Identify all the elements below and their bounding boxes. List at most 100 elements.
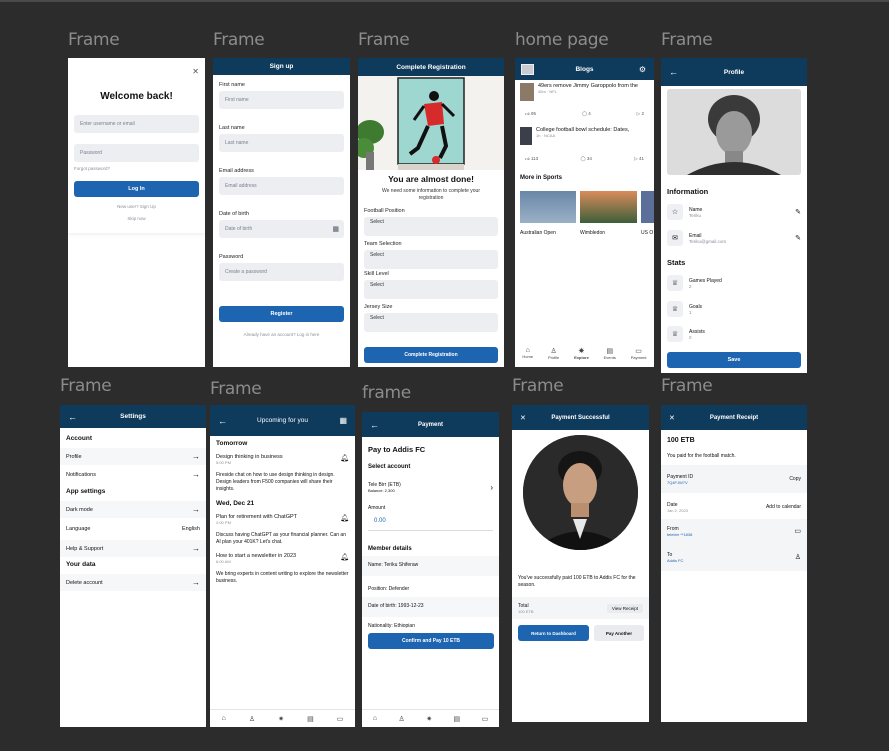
frame-label-login[interactable]: Frame [68, 30, 120, 50]
card-icon[interactable]: ▭ [482, 715, 489, 723]
frame-label-settings[interactable]: Frame [60, 376, 112, 396]
news-item[interactable]: 49ers remove Jimmy Garoppolo from the 45… [520, 83, 650, 103]
total-row: Total 100 ETB View Receipt [512, 597, 649, 619]
username-input[interactable]: Enter username or email [74, 115, 199, 133]
settings-item-notifications[interactable]: Notifications → [60, 465, 206, 484]
share-action[interactable]: ▷ 2 [637, 111, 644, 117]
settings-item-profile[interactable]: Profile → [60, 448, 206, 465]
return-dashboard-button[interactable]: Return to Dashboard [518, 625, 589, 641]
frame-label-profile[interactable]: Frame [661, 30, 713, 50]
login-frame: ✕ Welcome back! Enter username or email … [68, 58, 205, 367]
gear-icon[interactable]: ⚙ [639, 65, 646, 74]
calendar-icon[interactable]: ▤ [454, 715, 461, 723]
calendar-icon[interactable]: ▦ [339, 416, 347, 425]
card-image-us-open[interactable] [641, 191, 654, 223]
share-action[interactable]: ▷ 41 [634, 156, 644, 162]
person-icon[interactable]: ♙ [398, 715, 404, 723]
card-image-wimbledon[interactable] [580, 191, 637, 223]
amount-input[interactable]: 0.00 [374, 518, 386, 524]
event-time: 5:00 PM [216, 460, 231, 465]
position-select[interactable]: Select [364, 217, 498, 236]
card-icon[interactable]: ▭ [794, 527, 801, 535]
skill-select[interactable]: Select [364, 280, 498, 299]
calendar-icon[interactable]: ▦ [332, 225, 339, 233]
news-item[interactable]: College football bowl schedule: Dates, 1… [520, 127, 650, 147]
back-arrow-icon[interactable]: ← [68, 412, 77, 422]
event-row[interactable]: Plan for retirement with ChatGPT 2:00 PM … [216, 514, 349, 525]
complete-registration-button[interactable]: Complete Registration [364, 347, 498, 363]
person-icon[interactable]: ♙ [795, 553, 801, 561]
frame-label-success[interactable]: Frame [512, 376, 564, 396]
trophy-icon: ♕ [667, 326, 683, 342]
login-button[interactable]: Log In [74, 181, 199, 197]
card-icon[interactable]: ▭ [337, 715, 344, 723]
bell-icon[interactable]: 🔔︎ [340, 514, 349, 525]
copy-button[interactable]: Copy [789, 476, 801, 482]
like-action[interactable]: 👍︎ 95 [525, 111, 536, 117]
frame-label-upcoming[interactable]: Frame [210, 379, 262, 399]
payment-id-row: Payment ID 7Q4FJW7V Copy [661, 465, 807, 493]
login-link[interactable]: Already have an account? Log in here [213, 332, 350, 337]
frame-label-payment[interactable]: frame [362, 383, 411, 403]
comment-action[interactable]: ◯ 34 [581, 156, 592, 162]
settings-item-dark-mode[interactable]: Dark mode → [60, 501, 206, 518]
card-label-australian-open: Australian Open [520, 230, 556, 236]
email-input[interactable]: Email address [219, 177, 344, 195]
calendar-icon[interactable]: ▤ [307, 715, 314, 723]
close-icon[interactable]: ✕ [520, 414, 526, 422]
payment-title: Pay to Addis FC [368, 445, 426, 454]
jersey-select[interactable]: Select [364, 313, 498, 332]
password-input[interactable]: Create a password [219, 263, 344, 281]
close-icon[interactable]: ✕ [192, 67, 199, 76]
nav-profile[interactable]: ♙ Profile [548, 347, 559, 360]
add-calendar-button[interactable]: Add to calendar [766, 504, 801, 510]
forgot-password-link[interactable]: Forgot password? [74, 166, 110, 171]
confirm-pay-button[interactable]: Confirm and Pay 10 ETB [368, 633, 494, 649]
password-input[interactable]: Password [74, 144, 199, 162]
back-arrow-icon[interactable]: ← [218, 416, 227, 426]
frame-label-home[interactable]: home page [515, 30, 609, 50]
edit-email-pencil-icon[interactable]: ✎ [795, 234, 801, 242]
event-row[interactable]: Design thinking in business 5:00 PM 🔔︎ [216, 454, 349, 465]
home-icon[interactable]: ⌂ [222, 715, 226, 722]
bell-icon[interactable]: 🔔︎ [340, 553, 349, 564]
dob-input[interactable]: Date of birth ▦ [219, 220, 344, 238]
event-title: How to start a newsletter in 2023 [216, 552, 297, 559]
bell-icon[interactable]: 🔔︎ [340, 454, 349, 465]
edit-name-pencil-icon[interactable]: ✎ [795, 208, 801, 216]
account-selector[interactable]: Tele Birr (ETB) Balance: 2,300 › [362, 478, 499, 496]
nav-payment[interactable]: ▭ Payment [631, 347, 647, 360]
frame-label-complete[interactable]: Frame [358, 30, 410, 50]
settings-item-language[interactable]: Language English [60, 518, 206, 540]
person-icon[interactable]: ♙ [249, 715, 255, 723]
nav-explore[interactable]: ✷ Explore [574, 347, 589, 360]
frame-label-signup[interactable]: Frame [213, 30, 265, 50]
event-row[interactable]: How to start a newsletter in 2023 6:00 AM… [216, 553, 349, 564]
close-icon[interactable]: ✕ [669, 414, 675, 422]
nav-events[interactable]: ▤ Events [604, 347, 616, 360]
event-description: Discuss having ChatGPT as your financial… [216, 532, 346, 545]
last-name-input[interactable]: Last name [219, 134, 344, 152]
register-button[interactable]: Register [219, 306, 344, 322]
back-arrow-icon[interactable]: ← [669, 67, 678, 77]
pay-another-button[interactable]: Pay Another [594, 625, 644, 641]
star-icon: ☆ [667, 204, 683, 220]
view-receipt-button[interactable]: View Receipt [606, 603, 643, 613]
settings-item-help[interactable]: Help & Support → [60, 540, 206, 557]
nav-home[interactable]: ⌂ Home [522, 347, 533, 359]
signup-link[interactable]: New user? Sign Up [68, 204, 205, 209]
frame-label-receipt[interactable]: Frame [661, 376, 713, 396]
back-arrow-icon[interactable]: ← [370, 420, 379, 430]
team-select[interactable]: Select [364, 250, 498, 269]
like-action[interactable]: 👍︎ 113 [525, 156, 538, 162]
save-button[interactable]: Save [667, 352, 801, 368]
avatar[interactable] [521, 63, 534, 75]
card-image-australian-open[interactable] [520, 191, 576, 223]
settings-item-delete[interactable]: Delete account → [60, 574, 206, 591]
skip-link[interactable]: Skip now [68, 216, 205, 221]
explore-icon[interactable]: ✷ [278, 715, 284, 723]
explore-icon[interactable]: ✷ [426, 715, 432, 723]
comment-action[interactable]: ◯ 4 [582, 111, 591, 117]
home-icon[interactable]: ⌂ [373, 715, 377, 722]
first-name-input[interactable]: First name [219, 91, 344, 109]
